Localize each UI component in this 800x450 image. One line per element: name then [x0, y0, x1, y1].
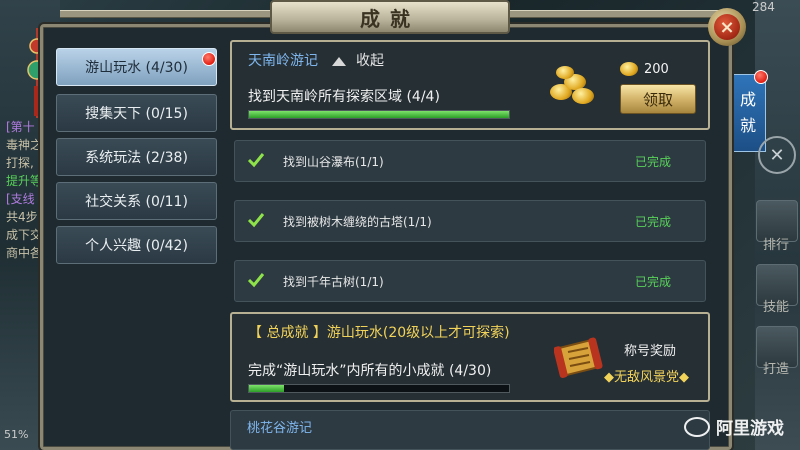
forge-label: 打造: [762, 362, 789, 377]
category-label: 社交关系 (0/11): [85, 194, 188, 210]
watermark-text: 阿里游戏: [716, 419, 784, 439]
copper-coins-icon: [546, 64, 598, 104]
close-icon: ×: [714, 14, 740, 40]
title-ornament-right: [510, 10, 720, 18]
close-button[interactable]: ×: [708, 8, 746, 46]
checkmark-icon: [247, 273, 265, 288]
checkmark-icon: [247, 153, 265, 168]
chevron-up-icon: [332, 56, 346, 66]
sub-achievement-row: 找到山谷瀑布(1/1) 已完成: [234, 140, 706, 182]
top-right-number: 284: [752, 0, 775, 14]
side-close-icon[interactable]: ✕: [758, 136, 796, 174]
background-text-line: 商中各: [6, 246, 43, 260]
sub-achievement-row: 找到被树木缠绕的古塔(1/1) 已完成: [234, 200, 706, 242]
category-label: 系统玩法 (2/38): [85, 150, 188, 166]
category-label: 搜集天下 (0/15): [85, 106, 188, 122]
checkmark-icon: [247, 213, 265, 228]
next-group-title: 桃花谷游记: [247, 421, 313, 436]
group-title: 天南岭游记: [248, 53, 318, 69]
sub-achievement-label: 找到千年古树(1/1): [283, 275, 384, 289]
skills-label: 技能: [762, 300, 789, 315]
panel-title-bar: 成就: [270, 0, 510, 34]
title-reward-label: 称号奖励: [624, 344, 677, 359]
completed-status: 已完成: [635, 155, 672, 169]
side-tab-char-1: 成: [739, 90, 756, 109]
total-progress-fill: [249, 385, 284, 392]
sub-achievement-label: 找到山谷瀑布(1/1): [283, 155, 384, 169]
title-ornament-left: [60, 10, 270, 18]
achievement-list: 天南岭游记 收起 找到天南岭所有探索区域 (4/4) 200 领取 找到山谷瀑布…: [230, 40, 712, 450]
background-text-line: 提升等: [6, 174, 43, 188]
category-interests[interactable]: 个人兴趣 (0/42): [56, 226, 217, 264]
group-progress-bar: [248, 110, 510, 119]
bottom-left-percent: 51%: [4, 428, 29, 441]
completed-status: 已完成: [635, 275, 672, 289]
total-achievement-card: 【 总成就 】游山玩水(20级以上才可探索) 完成“游山玩水”内所有的小成就 (…: [230, 312, 710, 402]
claim-button[interactable]: 领取: [620, 84, 696, 114]
ranking-label: 排行: [762, 238, 789, 253]
group-progress-fill: [249, 111, 509, 118]
group-description: 找到天南岭所有探索区域 (4/4): [248, 89, 440, 105]
reward-amount: 200: [644, 62, 669, 77]
background-text-line: 共4步: [6, 210, 38, 224]
category-sidebar: 游山玩水 (4/30) 搜集天下 (0/15) 系统玩法 (2/38) 社交关系…: [53, 48, 219, 403]
collapse-toggle[interactable]: 收起: [332, 50, 384, 70]
achievement-group-card: 天南岭游记 收起 找到天南岭所有探索区域 (4/4) 200 领取: [230, 40, 710, 130]
category-label: 游山玩水 (4/30): [85, 60, 188, 76]
side-tab-char-2: 就: [739, 116, 756, 135]
category-social[interactable]: 社交关系 (0/11): [56, 182, 217, 220]
collapse-label: 收起: [356, 53, 384, 69]
total-achievement-title: 【 总成就 】游山玩水(20级以上才可探索): [248, 325, 510, 341]
category-label: 个人兴趣 (0/42): [85, 238, 188, 254]
title-scroll-icon: [554, 337, 603, 378]
category-system[interactable]: 系统玩法 (2/38): [56, 138, 217, 176]
sub-achievement-row: 找到千年古树(1/1) 已完成: [234, 260, 706, 302]
completed-status: 已完成: [635, 215, 672, 229]
background-text-line: 毒神之: [6, 138, 43, 152]
sub-achievement-label: 找到被树木缠绕的古塔(1/1): [283, 215, 432, 229]
category-notification-dot: [202, 52, 216, 66]
background-text-line: 成下交: [6, 228, 43, 242]
coin-icon: [620, 62, 638, 76]
category-collection[interactable]: 搜集天下 (0/15): [56, 94, 217, 132]
panel-title: 成就: [360, 6, 420, 31]
achievement-side-tab[interactable]: 成 就: [730, 74, 766, 152]
side-tab-notification-dot: [754, 70, 768, 84]
total-progress-bar: [248, 384, 510, 393]
title-reward-name: ◆无敌风景党◆: [604, 370, 689, 385]
watermark: 阿里游戏: [684, 414, 784, 439]
category-sightseeing[interactable]: 游山玩水 (4/30): [56, 48, 217, 86]
watermark-logo-icon: [684, 416, 710, 437]
total-achievement-description: 完成“游山玩水”内所有的小成就 (4/30): [248, 363, 492, 379]
background-text-line: [支线: [6, 192, 35, 206]
background-text-line: [第十: [6, 120, 35, 134]
background-text-line: 打探,: [6, 156, 34, 170]
next-group-card[interactable]: 桃花谷游记: [230, 410, 710, 450]
